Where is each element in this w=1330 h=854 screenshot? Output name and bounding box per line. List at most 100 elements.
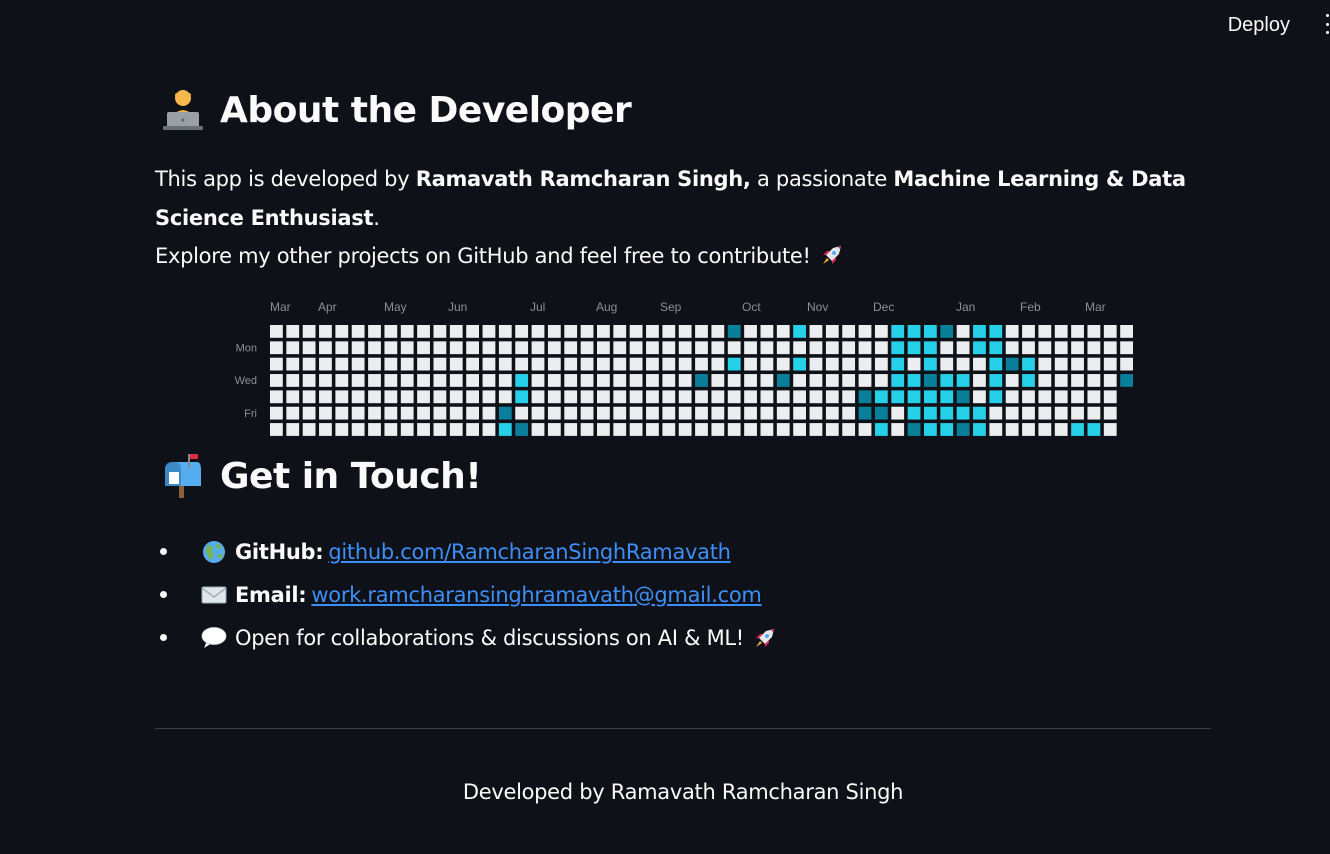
contribution-cell bbox=[1038, 423, 1052, 436]
contribution-cell bbox=[335, 325, 349, 338]
contribution-cell bbox=[580, 390, 594, 404]
contribution-cell bbox=[270, 341, 283, 355]
contribution-cell bbox=[1087, 357, 1101, 371]
contribution-cell bbox=[613, 423, 627, 436]
contribution-cell bbox=[368, 341, 381, 355]
contribution-cell bbox=[531, 423, 545, 436]
contribution-cell bbox=[433, 357, 447, 371]
email-link[interactable]: work.ramcharansinghramavath@gmail.com bbox=[311, 583, 761, 607]
month-label: Dec bbox=[873, 300, 894, 314]
contribution-cell bbox=[842, 357, 856, 371]
contribution-cell bbox=[1071, 406, 1084, 420]
contribution-cell bbox=[1038, 341, 1052, 355]
contribution-cell bbox=[1103, 374, 1117, 387]
contribution-cell bbox=[319, 390, 332, 404]
contribution-cell bbox=[1005, 325, 1019, 338]
contribution-cell bbox=[580, 423, 594, 436]
list-item: GitHub: github.com/RamcharanSinghRamavat… bbox=[155, 530, 778, 573]
contribution-cell bbox=[547, 374, 561, 387]
contribution-cell bbox=[842, 390, 856, 404]
month-label: Mar bbox=[270, 300, 291, 314]
contribution-cell bbox=[498, 423, 512, 436]
list-item: Email: work.ramcharansinghramavath@gmail… bbox=[155, 573, 778, 616]
contribution-cell bbox=[335, 374, 349, 387]
contribution-cell bbox=[629, 406, 643, 420]
contribution-cell bbox=[956, 357, 970, 371]
contribution-cell bbox=[793, 390, 806, 404]
contribution-cell bbox=[1054, 390, 1068, 404]
intro-suffix: . bbox=[373, 205, 380, 230]
deploy-button[interactable]: Deploy bbox=[1226, 10, 1292, 41]
contribution-cell bbox=[319, 423, 332, 436]
contribution-cell bbox=[1087, 325, 1101, 338]
top-bar: Deploy bbox=[0, 0, 1330, 50]
contribution-cell bbox=[842, 423, 856, 436]
contribution-cell bbox=[973, 325, 986, 338]
contribution-cell bbox=[1103, 357, 1117, 371]
contribution-cell bbox=[891, 406, 905, 420]
month-label: Oct bbox=[742, 300, 761, 314]
contact-title: Get in Touch! bbox=[220, 455, 482, 497]
contribution-cell bbox=[302, 374, 316, 387]
contribution-cell bbox=[466, 423, 479, 436]
contribution-cell bbox=[613, 406, 627, 420]
contribution-cell bbox=[662, 374, 676, 387]
contribution-cell bbox=[874, 357, 888, 371]
contribution-cell bbox=[1120, 325, 1133, 338]
contribution-cell bbox=[940, 423, 954, 436]
bullet bbox=[160, 548, 167, 555]
main-menu-icon[interactable] bbox=[1326, 14, 1330, 34]
contribution-cell bbox=[907, 374, 921, 387]
contribution-cell bbox=[858, 406, 872, 420]
contribution-cell bbox=[760, 325, 774, 338]
contribution-cell bbox=[1087, 374, 1101, 387]
contribution-cell bbox=[286, 390, 300, 404]
day-label: Mon bbox=[236, 342, 257, 354]
contribution-cell bbox=[1054, 341, 1068, 355]
contribution-cell bbox=[744, 357, 757, 371]
contribution-cell bbox=[286, 341, 300, 355]
contribution-cell bbox=[662, 341, 676, 355]
contribution-cell bbox=[776, 406, 790, 420]
contribution-cell bbox=[1005, 406, 1019, 420]
contribution-cell bbox=[973, 423, 986, 436]
intro-paragraph: This app is developed by Ramavath Ramcha… bbox=[155, 160, 1211, 237]
contribution-cell bbox=[482, 374, 496, 387]
contribution-cell bbox=[809, 341, 823, 355]
contribution-cell bbox=[335, 357, 349, 371]
contribution-cell bbox=[629, 423, 643, 436]
contribution-cell bbox=[842, 341, 856, 355]
contribution-cell bbox=[662, 390, 676, 404]
contribution-cell bbox=[597, 374, 610, 387]
contribution-cell bbox=[547, 423, 561, 436]
contribution-cell bbox=[956, 423, 970, 436]
contribution-cell bbox=[564, 341, 578, 355]
day-label: Fri bbox=[244, 408, 257, 420]
contribution-cell bbox=[286, 357, 300, 371]
contribution-cell bbox=[302, 406, 316, 420]
contribution-cell bbox=[744, 325, 757, 338]
contribution-cell bbox=[384, 423, 398, 436]
contribution-cell bbox=[1005, 357, 1019, 371]
github-link[interactable]: github.com/RamcharanSinghRamavath bbox=[328, 540, 731, 564]
contribution-cell bbox=[891, 374, 905, 387]
contact-list: GitHub: github.com/RamcharanSinghRamavat… bbox=[155, 530, 778, 659]
contribution-cell bbox=[433, 390, 447, 404]
contribution-cell bbox=[678, 325, 692, 338]
contribution-cell bbox=[809, 390, 823, 404]
contribution-cell bbox=[842, 406, 856, 420]
contribution-cell bbox=[924, 374, 937, 387]
contribution-cell bbox=[1103, 406, 1117, 420]
contribution-cell bbox=[711, 341, 725, 355]
contribution-cell bbox=[907, 341, 921, 355]
contribution-cell bbox=[793, 374, 806, 387]
contribution-cell bbox=[1022, 406, 1035, 420]
contribution-cell bbox=[809, 423, 823, 436]
contribution-cell bbox=[417, 357, 430, 371]
contribution-cell bbox=[564, 390, 578, 404]
contribution-cell bbox=[351, 374, 365, 387]
footer: Developed by Ramavath Ramcharan Singh bbox=[462, 780, 904, 804]
contribution-cell bbox=[940, 390, 954, 404]
contribution-cell bbox=[989, 357, 1003, 371]
contribution-cell bbox=[1038, 357, 1052, 371]
